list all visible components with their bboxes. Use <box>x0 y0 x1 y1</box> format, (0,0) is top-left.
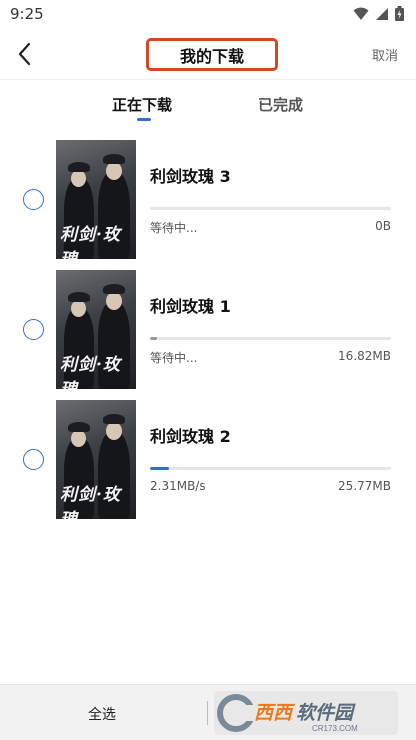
download-item[interactable]: 利剑·玫瑰 利剑玫瑰 1 等待中... 16.82MB <box>0 270 416 400</box>
select-radio[interactable] <box>23 319 44 340</box>
progress-fill <box>150 467 170 470</box>
download-list: 利剑·玫瑰 利剑玫瑰 3 等待中... 0B 利剑·玫瑰 利剑玫瑰 1 等待中.… <box>0 140 416 530</box>
select-radio[interactable] <box>23 189 44 210</box>
poster-thumbnail: 利剑·玫瑰 <box>56 270 136 389</box>
status-time: 9:25 <box>10 5 44 23</box>
poster-thumbnail: 利剑·玫瑰 <box>56 140 136 259</box>
title-highlight-box: 我的下载 <box>146 38 278 71</box>
progress-bar <box>150 467 391 470</box>
bottom-divider <box>207 701 208 725</box>
svg-text:西西: 西西 <box>254 703 295 724</box>
poster-thumbnail: 利剑·玫瑰 <box>56 400 136 519</box>
poster-title-text: 利剑·玫瑰 <box>60 225 121 259</box>
app-header: 我的下载 取消 <box>0 30 416 80</box>
progress-fill <box>150 337 158 340</box>
download-status: 等待中... <box>150 351 198 365</box>
battery-icon <box>395 6 404 21</box>
download-status: 2.31MB/s <box>150 479 206 493</box>
select-all-button[interactable]: 全选 <box>88 704 116 724</box>
tab-bar: 正在下载 已完成 <box>0 80 416 126</box>
download-size: 25.77MB <box>338 479 391 493</box>
download-size: 0B <box>375 219 391 233</box>
tab-downloading[interactable]: 正在下载 <box>112 94 172 115</box>
wifi-icon <box>353 7 369 20</box>
poster-title-text: 利剑·玫瑰 <box>60 355 121 389</box>
download-title: 利剑玫瑰 1 <box>150 297 231 316</box>
download-status: 等待中... <box>150 221 198 235</box>
progress-bar <box>150 337 391 340</box>
cancel-button[interactable]: 取消 <box>372 45 398 64</box>
watermark-logo: 西西 软件园 CR173.COM <box>214 691 398 735</box>
status-bar: 9:25 <box>0 0 416 30</box>
download-item[interactable]: 利剑·玫瑰 利剑玫瑰 3 等待中... 0B <box>0 140 416 270</box>
signal-icon <box>376 7 388 20</box>
download-title: 利剑玫瑰 2 <box>150 427 231 446</box>
svg-text:CR173.COM: CR173.COM <box>312 724 358 733</box>
status-icons <box>353 6 404 21</box>
progress-bar <box>150 207 391 210</box>
active-tab-indicator <box>137 118 151 121</box>
download-item[interactable]: 利剑·玫瑰 利剑玫瑰 2 2.31MB/s 25.77MB <box>0 400 416 530</box>
bottom-action-bar: 全选 西西 软件园 CR173.COM <box>0 684 416 740</box>
back-button[interactable] <box>12 40 40 68</box>
svg-text:软件园: 软件园 <box>296 702 356 724</box>
page-title: 我的下载 <box>179 46 244 66</box>
select-radio[interactable] <box>23 449 44 470</box>
download-title: 利剑玫瑰 3 <box>150 167 231 186</box>
chevron-left-icon <box>18 42 31 66</box>
poster-title-text: 利剑·玫瑰 <box>60 485 121 519</box>
tab-completed[interactable]: 已完成 <box>258 94 303 115</box>
download-size: 16.82MB <box>338 349 391 363</box>
